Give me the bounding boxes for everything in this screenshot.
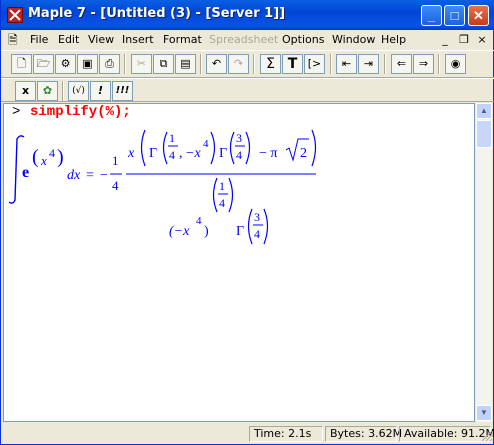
minimize-button[interactable]: _ [421,5,442,26]
g2-num: 3 [236,131,242,145]
pi-term: − π [259,146,277,161]
minus-sign: − [100,168,108,183]
main-toolbar: 🗋 🗁 ⚙ ▣ ⎙ ✂ ⧉ ▤ ↶ ↷ Σ T [> ⇤ ⇥ ⇐ ⇒ ◉ [1,50,494,78]
close-button[interactable]: ✕ [468,5,489,26]
document-icon[interactable]: 🗎 [8,33,22,47]
den-close: ) [204,224,209,239]
forward-arrow-icon[interactable]: ⇒ [413,54,434,74]
indent-icon[interactable]: ⇥ [358,54,379,74]
cut-icon[interactable]: ✂ [131,54,152,74]
menu-edit[interactable]: Edit [58,33,79,46]
math-output: e ( x 4 ) dx = − 1 4 x Γ 1 4 , −x 4 Γ 3 … [8,129,317,245]
toolbar-separator [438,54,440,74]
maple-leaf-icon[interactable]: ✿ [37,81,58,101]
print-icon[interactable]: ⎙ [99,54,120,74]
frac-den: 4 [112,178,119,193]
neg-x: −x [185,146,201,161]
lhs-close-paren: ) [57,146,64,168]
menu-spreadsheet[interactable]: Spreadsheet [209,33,278,46]
frac-num: 1 [112,153,119,168]
new-document-icon[interactable]: 🗋 [11,54,32,74]
comma: , [179,146,183,161]
title-bar[interactable]: Maple 7 - [Untitled (3) - [Server 1]] _ … [1,0,494,30]
g3-num: 3 [254,210,260,224]
undo-icon[interactable]: ↶ [206,54,227,74]
den-pow: 4 [196,215,202,227]
gamma-3: Γ [236,224,244,239]
equals-sign: = [86,168,94,183]
lhs-exp-var: x [40,153,47,168]
sqrt-arg: 2 [300,146,307,161]
status-time: Time: 2.1s [249,426,323,442]
den-base: (−x [169,224,190,239]
outdent-icon[interactable]: ⇤ [336,54,357,74]
menu-window[interactable]: Window [332,33,375,46]
dx-text: dx [67,168,81,183]
g2-den: 4 [236,148,242,162]
scroll-thumb[interactable] [476,120,492,148]
input-prompt-icon[interactable]: [> [304,54,325,74]
den-exp-num: 1 [219,179,225,193]
menu-insert[interactable]: Insert [122,33,154,46]
pow-4: 4 [203,138,209,150]
worksheet[interactable]: > simplify(%); e ( x 4 ) dx = − 1 4 x Γ … [3,103,475,422]
toolbar-separator [330,54,332,74]
menu-options[interactable]: Options [282,33,324,46]
lhs-base: e [22,164,29,181]
copy-icon[interactable]: ⧉ [153,54,174,74]
gamma-1: Γ [149,146,157,161]
toolbar-separator [253,54,255,74]
execute-check-icon[interactable]: (√) [68,81,89,101]
maple-app-icon[interactable] [7,7,23,23]
save-icon[interactable]: ▣ [77,54,98,74]
toolbar-separator [200,54,202,74]
toolbar-separator [384,54,386,74]
resize-grip-icon[interactable] [479,428,493,442]
context-toolbar: x ✿ (√) ! !!! [1,78,494,102]
menu-format[interactable]: Format [163,33,202,46]
lhs-open-paren: ( [32,146,39,168]
triple-exclamation-icon[interactable]: !!! [112,81,133,101]
menu-help[interactable]: Help [381,33,406,46]
open-folder-icon[interactable]: 🗁 [33,54,54,74]
toolbar-separator [62,81,64,101]
status-available: Available: 91.2M [399,426,494,442]
sigma-icon[interactable]: Σ [260,54,281,74]
menu-bar: 🗎 File Edit View Insert Format Spreadshe… [1,30,494,50]
status-bytes: Bytes: 3.62M [325,426,402,442]
g1-den: 4 [169,148,175,162]
den-exp-den: 4 [219,196,225,210]
menu-file[interactable]: File [30,33,48,46]
num-x: x [127,146,135,161]
toolbar-separator [124,54,126,74]
redo-icon[interactable]: ↷ [228,54,249,74]
open-url-icon[interactable]: ⚙ [55,54,76,74]
g3-den: 4 [254,227,260,241]
menu-view[interactable]: View [88,33,114,46]
text-icon[interactable]: T [282,54,303,74]
lhs-exp-pow: 4 [49,146,55,160]
mdi-restore-icon[interactable]: ❐ [457,33,471,47]
vertical-scrollbar[interactable]: ▲ ▼ [475,103,492,422]
paste-icon[interactable]: ▤ [175,54,196,74]
exclamation-icon[interactable]: ! [90,81,111,101]
maximize-button[interactable]: □ [444,5,465,26]
back-arrow-icon[interactable]: ⇐ [391,54,412,74]
status-bar: Time: 2.1s Bytes: 3.62M Available: 91.2M [1,424,494,444]
scroll-up-icon[interactable]: ▲ [476,103,492,119]
g1-num: 1 [169,131,175,145]
gamma-2: Γ [219,146,227,161]
interrupt-x-icon[interactable]: x [15,81,36,101]
maple-window: Maple 7 - [Untitled (3) - [Server 1]] _ … [0,0,494,445]
mdi-close-icon[interactable]: × [475,33,489,47]
stop-icon[interactable]: ◉ [445,54,466,74]
scroll-down-icon[interactable]: ▼ [476,405,492,421]
window-title: Maple 7 - [Untitled (3) - [Server 1]] [28,6,286,21]
mdi-minimize-icon[interactable]: _ [438,33,452,47]
